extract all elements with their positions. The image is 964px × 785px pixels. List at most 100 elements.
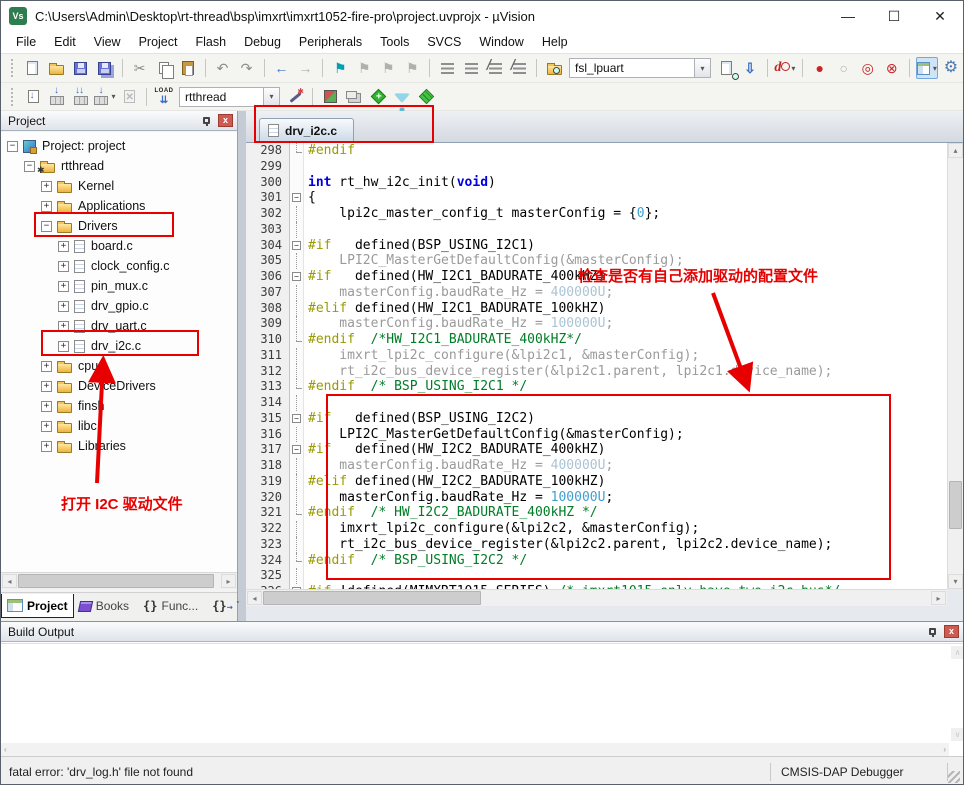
- expander-icon[interactable]: +: [58, 241, 69, 252]
- build-button[interactable]: [46, 86, 68, 108]
- scroll-down-icon[interactable]: ∨: [951, 728, 964, 741]
- code-line[interactable]: 298#endif: [246, 143, 947, 159]
- menu-window[interactable]: Window: [470, 32, 532, 52]
- code-line[interactable]: 302 lpi2c_master_config_t masterConfig =…: [246, 206, 947, 222]
- tree-item-project-project[interactable]: −Project: project: [1, 136, 237, 156]
- bookmark-toggle-button[interactable]: ⚑: [329, 57, 351, 79]
- code-line[interactable]: 308#elif defined(HW_I2C1_BADURATE_100kHZ…: [246, 301, 947, 317]
- target-select-dropdown-icon[interactable]: ▾: [263, 87, 280, 107]
- menu-tools[interactable]: Tools: [371, 32, 418, 52]
- scroll-thumb[interactable]: [949, 481, 962, 529]
- resize-grip[interactable]: [948, 771, 960, 783]
- code-line[interactable]: 310#endif /*HW_I2C1_BADURATE_400kHZ*/: [246, 332, 947, 348]
- build-output-content[interactable]: ∧ ∨ ‹ ›: [1, 643, 964, 756]
- pack-installer-button[interactable]: [415, 86, 437, 108]
- translate-file-button[interactable]: [22, 86, 44, 108]
- code-line[interactable]: 312 rt_i2c_bus_device_register(&lpi2c1.p…: [246, 364, 947, 380]
- find-all-references-dropdown-icon[interactable]: ▾: [791, 64, 795, 73]
- batch-build-button[interactable]: ▾: [94, 86, 116, 108]
- enable-breakpoint-button[interactable]: ○: [833, 57, 855, 79]
- code-line[interactable]: 325: [246, 568, 947, 584]
- expander-icon[interactable]: +: [58, 301, 69, 312]
- scroll-right-icon[interactable]: ›: [943, 745, 946, 754]
- fold-margin[interactable]: −: [290, 238, 304, 254]
- code-line[interactable]: 303: [246, 222, 947, 238]
- select-software-packs-button[interactable]: [391, 86, 413, 108]
- tree-horizontal-scrollbar[interactable]: ◂ ▸: [1, 572, 237, 589]
- unindent-button[interactable]: [460, 57, 482, 79]
- code-editor[interactable]: 298#endif299300int rt_hw_i2c_init(void)3…: [246, 143, 947, 589]
- save-button[interactable]: [70, 57, 92, 79]
- navigate-back-button[interactable]: ←: [270, 57, 292, 79]
- fold-collapse-icon[interactable]: −: [292, 272, 301, 281]
- expander-icon[interactable]: −: [24, 161, 35, 172]
- copy-button[interactable]: [153, 57, 175, 79]
- bookmark-clear-all-button[interactable]: ⚑: [401, 57, 423, 79]
- fold-margin[interactable]: −: [290, 190, 304, 206]
- code-line[interactable]: 306−#if defined(HW_I2C1_BADURATE_400kHZ): [246, 269, 947, 285]
- code-line[interactable]: 307 masterConfig.baudRate_Hz = 400000U;: [246, 285, 947, 301]
- scroll-up-icon[interactable]: ∧: [951, 646, 964, 659]
- save-all-button[interactable]: [94, 57, 116, 79]
- disable-all-breakpoints-button[interactable]: ◎: [857, 57, 879, 79]
- tree-item-libc[interactable]: +libc: [1, 416, 237, 436]
- expander-icon[interactable]: +: [41, 441, 52, 452]
- toolbar-grip[interactable]: [11, 59, 15, 77]
- code-line[interactable]: 309 masterConfig.baudRate_Hz = 100000U;: [246, 316, 947, 332]
- tree-item-rtthread[interactable]: −rtthread: [1, 156, 237, 176]
- search-box-field[interactable]: fsl_lpuart: [569, 58, 694, 78]
- tree-item-drivers[interactable]: −Drivers: [1, 216, 237, 236]
- scroll-left-icon[interactable]: ‹: [4, 745, 7, 754]
- incremental-find-button[interactable]: ⇩: [739, 57, 761, 79]
- window-layout-button[interactable]: ▾: [916, 57, 938, 79]
- configure-button[interactable]: ⚙: [940, 57, 962, 79]
- indent-button[interactable]: [436, 57, 458, 79]
- panel-splitter[interactable]: [239, 111, 246, 621]
- code-line[interactable]: 321#endif /* HW_I2C2_BADURATE_400kHZ */: [246, 505, 947, 521]
- fold-margin[interactable]: −: [290, 411, 304, 427]
- scroll-thumb[interactable]: [263, 591, 481, 605]
- code-line[interactable]: 317−#if defined(HW_I2C2_BADURATE_400kHZ): [246, 442, 947, 458]
- expander-icon[interactable]: +: [58, 261, 69, 272]
- uncomment-selection-button[interactable]: [508, 57, 530, 79]
- fold-collapse-icon[interactable]: −: [292, 414, 301, 423]
- scroll-up-icon[interactable]: ▴: [948, 143, 963, 158]
- tab-drv-i2c[interactable]: drv_i2c.c: [259, 118, 354, 142]
- bookmark-previous-button[interactable]: ⚑: [353, 57, 375, 79]
- menu-file[interactable]: File: [7, 32, 45, 52]
- code-line[interactable]: 305 LPI2C_MasterGetDefaultConfig(&master…: [246, 253, 947, 269]
- minimize-button[interactable]: —: [825, 1, 871, 31]
- target-select[interactable]: rtthread▾: [179, 87, 280, 107]
- kill-all-breakpoints-button[interactable]: ⊗: [881, 57, 903, 79]
- find-all-references-button[interactable]: d▾: [774, 57, 796, 79]
- pin-icon[interactable]: [929, 628, 936, 635]
- fold-margin[interactable]: −: [290, 269, 304, 285]
- expander-icon[interactable]: +: [41, 181, 52, 192]
- code-line[interactable]: 301−{: [246, 190, 947, 206]
- code-line[interactable]: 311 imxrt_lpi2c_configure(&lpi2c1, &mast…: [246, 348, 947, 364]
- find-in-files-button[interactable]: [543, 57, 565, 79]
- expander-icon[interactable]: +: [41, 381, 52, 392]
- tree-item-finsh[interactable]: +finsh: [1, 396, 237, 416]
- expander-icon[interactable]: −: [41, 221, 52, 232]
- code-line[interactable]: 324#endif /* BSP_USING_I2C2 */: [246, 553, 947, 569]
- maximize-button[interactable]: ☐: [871, 1, 917, 31]
- tree-item-cpu[interactable]: +cpu: [1, 356, 237, 376]
- expander-icon[interactable]: +: [58, 281, 69, 292]
- find-in-target-button[interactable]: [715, 57, 737, 79]
- paste-button[interactable]: [177, 57, 199, 79]
- stop-build-button[interactable]: [118, 86, 140, 108]
- toolbar-grip[interactable]: [11, 88, 15, 106]
- expander-icon[interactable]: +: [58, 321, 69, 332]
- scroll-down-icon[interactable]: ▾: [948, 574, 963, 589]
- scroll-left-icon[interactable]: ◂: [247, 591, 262, 605]
- code-line[interactable]: 318 masterConfig.baudRate_Hz = 400000U;: [246, 458, 947, 474]
- tree-item-clock-config-c[interactable]: +clock_config.c: [1, 256, 237, 276]
- expander-icon[interactable]: +: [58, 341, 69, 352]
- build-output-horizontal-scrollbar[interactable]: ‹ ›: [1, 743, 949, 756]
- menu-help[interactable]: Help: [533, 32, 577, 52]
- expander-icon[interactable]: −: [7, 141, 18, 152]
- editor-vertical-scrollbar[interactable]: ▴ ▾: [947, 143, 964, 589]
- expander-icon[interactable]: +: [41, 401, 52, 412]
- fold-margin[interactable]: −: [290, 442, 304, 458]
